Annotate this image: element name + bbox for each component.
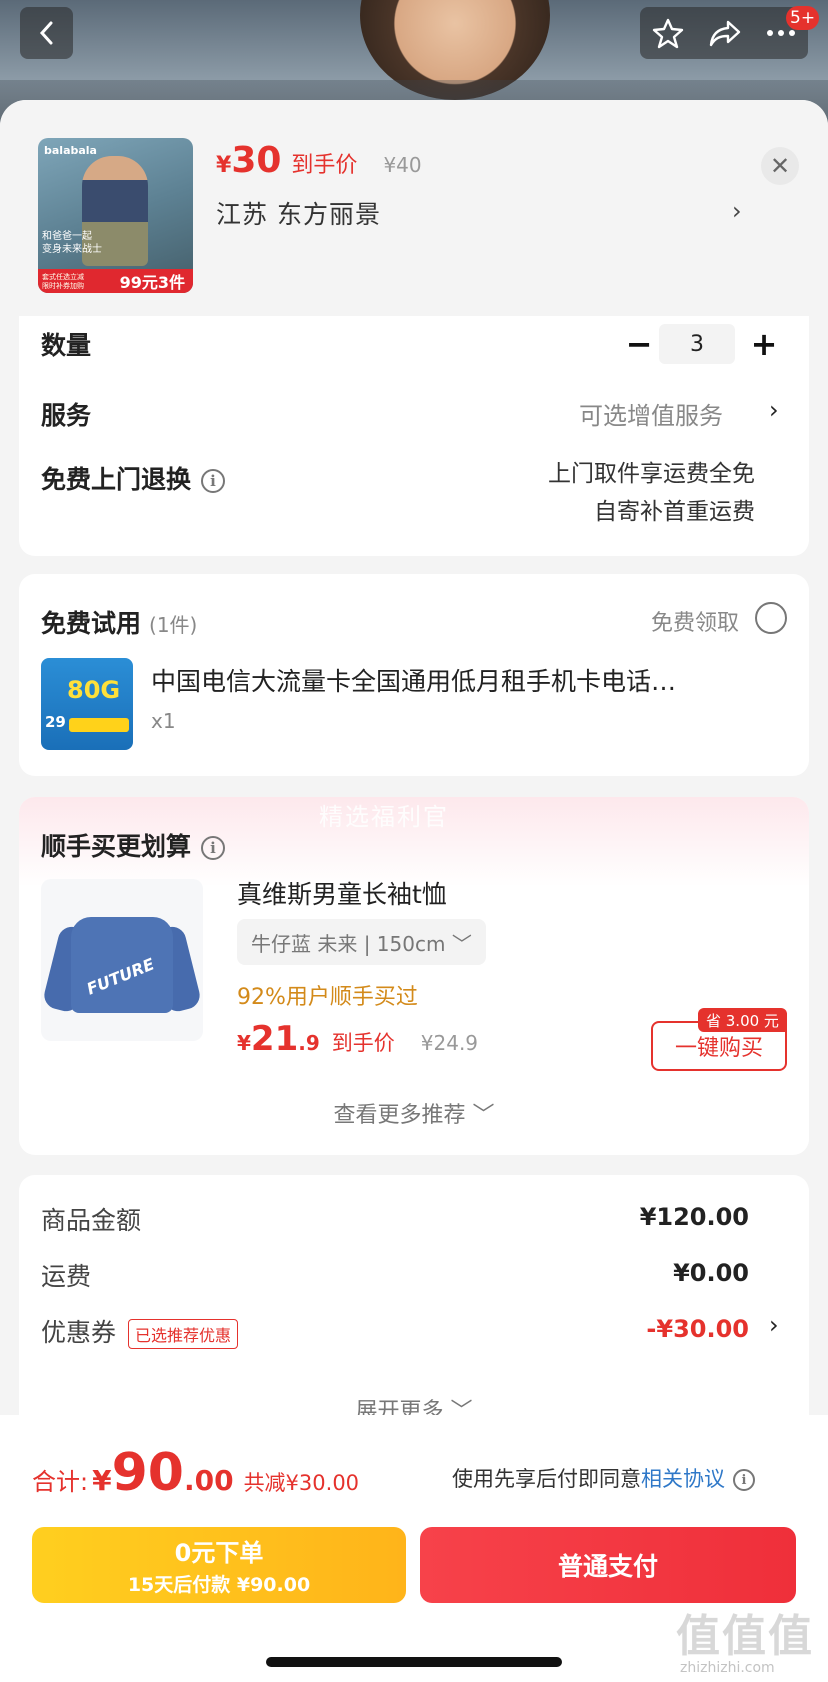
info-icon[interactable]: i [733, 1469, 755, 1491]
service-value[interactable]: 可选增值服务 [579, 396, 723, 431]
bundle-price: ¥ 21 .9 到手价 ¥24.9 [237, 1019, 478, 1059]
coupon-value[interactable]: -¥30.00 [646, 1315, 749, 1343]
price-summary-card: 商品金额 ¥120.00 运费 ¥0.00 优惠券 已选推荐优惠 -¥30.00 … [19, 1175, 809, 1435]
quantity-label: 数量 [41, 331, 92, 360]
chevron-left-icon [39, 21, 52, 45]
free-claim-radio[interactable] [755, 602, 787, 634]
trial-item-qty: x1 [151, 709, 176, 733]
share-icon[interactable] [708, 18, 742, 48]
order-total: 合计: ¥ 90 .00 共减¥30.00 [32, 1443, 359, 1503]
chevron-right-icon[interactable]: › [769, 396, 779, 424]
free-trial-count: (1件) [149, 613, 198, 637]
info-icon[interactable]: i [201, 836, 226, 860]
thumb-brand: balabala [44, 144, 97, 157]
service-label: 服务 [41, 401, 92, 430]
free-claim-label: 免费领取 [651, 611, 740, 636]
agreement-prefix: 使用先享后付即同意 [452, 1467, 641, 1491]
options-card: 数量 − 3 + 服务 可选增值服务 › 免费上门退换 i 上门取件享运费全免 自… [19, 316, 809, 556]
total-value: 90 [111, 1443, 184, 1503]
free-trial-title: 免费试用 (1件) [41, 604, 197, 640]
top-actions [640, 7, 808, 59]
sim-data-amount: 80G [67, 676, 121, 704]
total-decimal: .00 [183, 1464, 234, 1497]
goods-amount-label: 商品金额 [41, 1206, 142, 1235]
chevron-right-icon[interactable]: › [732, 197, 742, 225]
pay-later-button[interactable]: 0元下单 15天后付款 ¥90.00 [32, 1527, 406, 1603]
thumb-tagline: 和爸爸一起 变身未来战士 [42, 231, 102, 255]
total-saved: 共减¥30.00 [243, 1471, 360, 1495]
more-icon[interactable] [766, 29, 796, 37]
bundle-banner-text: 精选福利官 [319, 803, 449, 831]
free-return-line1: 上门取件享运费全免 [548, 461, 755, 487]
more-recommendations-link[interactable]: 查看更多推荐 ﹀ [19, 1097, 809, 1129]
agreement-link[interactable]: 相关协议 [641, 1467, 725, 1491]
coupon-label: 优惠券 [41, 1318, 117, 1347]
bundle-price-decimal: .9 [298, 1031, 320, 1055]
bundle-card: 精选福利官 顺手买更划算 i FUTURE 真维斯男童长袖t恤 牛仔蓝 未来 | … [19, 797, 809, 1155]
price-symbol: ¥ [216, 153, 232, 178]
bundle-price-symbol: ¥ [237, 1031, 251, 1055]
sim-strip [69, 718, 129, 732]
watermark-text: 值值值 [676, 1611, 814, 1662]
quantity-input[interactable]: 3 [659, 324, 735, 364]
close-button[interactable]: ✕ [761, 147, 799, 185]
shipping-label: 运费 [41, 1262, 92, 1291]
sim-price: 29 [45, 713, 66, 731]
home-indicator [266, 1657, 562, 1667]
free-trial-card: 免费试用 (1件) 免费领取 80G 29 中国电信大流量卡全国通用低月租手机卡电… [19, 574, 809, 776]
delivery-address[interactable]: 江苏 东方丽景 [216, 195, 381, 231]
free-return-line2: 自寄补首重运费 [594, 499, 755, 525]
site-watermark: 值值值 zhizhizhi.com [676, 1600, 822, 1680]
product-header: balabala 和爸爸一起 变身未来战士 99元3件 套式任选立减 限时补券加… [0, 100, 828, 316]
quantity-decrease-button[interactable]: − [619, 324, 659, 364]
free-return-label: 免费上门退换 [41, 465, 192, 494]
star-icon[interactable] [652, 17, 684, 49]
free-return-row: 免费上门退换 i [41, 460, 226, 496]
info-icon[interactable]: i [201, 469, 226, 493]
bundle-item-title[interactable]: 真维斯男童长袖t恤 [237, 875, 447, 911]
bundle-title-text: 顺手买更划算 [41, 832, 192, 861]
bundle-price-value: 21 [250, 1019, 299, 1059]
bundle-title: 顺手买更划算 i [41, 827, 226, 863]
price-value: 30 [231, 140, 282, 181]
thumb-promo-note: 套式任选立减 限时补券加购 [42, 273, 84, 290]
coupon-tag: 已选推荐优惠 [128, 1319, 239, 1349]
price-label: 到手价 [291, 153, 358, 178]
bundle-sku-selector[interactable]: 牛仔蓝 未来 | 150cm ﹀ [237, 919, 486, 965]
normal-pay-button[interactable]: 普通支付 [420, 1527, 796, 1603]
total-label: 合计: [32, 1468, 89, 1496]
original-price: ¥40 [383, 153, 422, 177]
goods-amount-value: ¥120.00 [639, 1203, 749, 1231]
chevron-right-icon[interactable]: › [769, 1311, 779, 1339]
agreement-text: 使用先享后付即同意相关协议 i [452, 1463, 755, 1493]
coupon-row[interactable]: 优惠券 已选推荐优惠 [41, 1313, 239, 1349]
bundle-original-price: ¥24.9 [420, 1031, 479, 1055]
sim-card-image[interactable]: 80G 29 [41, 658, 133, 750]
shipping-value: ¥0.00 [673, 1259, 749, 1287]
back-button[interactable] [20, 7, 73, 59]
product-price: ¥ 30 到手价 ¥40 [216, 140, 422, 181]
pay-later-title: 0元下单 [174, 1539, 264, 1567]
bundle-price-label: 到手价 [331, 1031, 395, 1055]
product-thumbnail[interactable]: balabala 和爸爸一起 变身未来战士 99元3件 套式任选立减 限时补券加… [38, 138, 193, 293]
trial-item-title[interactable]: 中国电信大流量卡全国通用低月租手机卡电话… [151, 662, 791, 698]
notification-badge: 5+ [786, 6, 820, 30]
save-badge: 省 3.00 元 [698, 1008, 787, 1032]
free-trial-title-text: 免费试用 [41, 609, 142, 638]
quantity-increase-button[interactable]: + [744, 324, 784, 364]
total-symbol: ¥ [92, 1464, 112, 1497]
checkout-footer: 合计: ¥ 90 .00 共减¥30.00 使用先享后付即同意相关协议 i 0元下… [0, 1415, 828, 1682]
bundle-social-proof: 92%用户顺手买过 [237, 985, 418, 1010]
bundle-item-image[interactable]: FUTURE [41, 879, 203, 1041]
pay-later-subtitle: 15天后付款 ¥90.00 [127, 1574, 311, 1596]
